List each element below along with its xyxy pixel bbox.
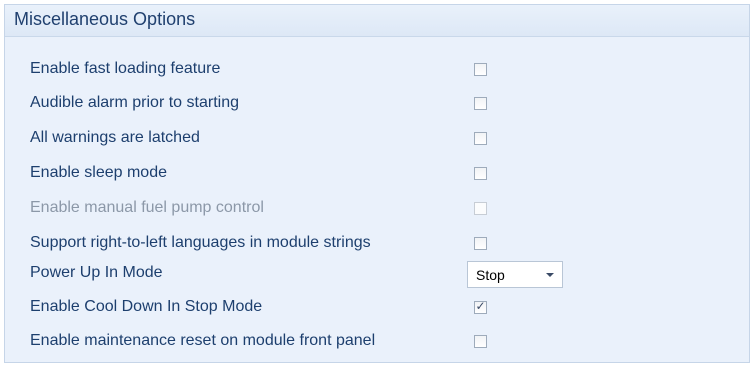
option-row-fast-loading: Enable fast loading feature — [5, 53, 749, 87]
option-label: Enable maintenance reset on module front… — [30, 332, 376, 349]
option-row-sleep-mode: Enable sleep mode — [5, 157, 749, 191]
power-up-mode-select[interactable]: Stop — [467, 261, 563, 288]
option-row-power-up-mode: Power Up In Mode Stop — [5, 257, 749, 291]
warnings-latched-checkbox[interactable] — [474, 132, 487, 145]
option-label: Enable fast loading feature — [30, 60, 221, 77]
option-row-audible-alarm: Audible alarm prior to starting — [5, 87, 749, 121]
option-label: Support right-to-left languages in modul… — [30, 234, 371, 251]
audible-alarm-checkbox[interactable] — [474, 97, 487, 110]
option-label: All warnings are latched — [30, 129, 200, 146]
option-label: Enable manual fuel pump control — [30, 199, 264, 216]
chevron-down-icon — [546, 273, 554, 277]
check-icon: ✓ — [475, 299, 486, 313]
panel-header: Miscellaneous Options — [5, 5, 749, 37]
option-row-warnings-latched: All warnings are latched — [5, 122, 749, 156]
option-row-cool-down: Enable Cool Down In Stop Mode ✓ — [5, 291, 749, 325]
option-row-rtl-languages: Support right-to-left languages in modul… — [5, 227, 749, 261]
option-label: Power Up In Mode — [30, 264, 163, 281]
misc-options-panel: Miscellaneous Options Enable fast loadin… — [4, 4, 750, 363]
select-value: Stop — [476, 267, 505, 283]
fast-loading-checkbox[interactable] — [474, 63, 487, 76]
rtl-languages-checkbox[interactable] — [474, 237, 487, 250]
option-label: Audible alarm prior to starting — [30, 94, 239, 111]
sleep-mode-checkbox[interactable] — [474, 167, 487, 180]
option-label: Enable Cool Down In Stop Mode — [30, 298, 263, 315]
panel-title: Miscellaneous Options — [14, 9, 196, 29]
maintenance-reset-checkbox[interactable] — [474, 335, 487, 348]
option-label: Enable sleep mode — [30, 164, 167, 181]
option-row-maintenance-reset: Enable maintenance reset on module front… — [5, 325, 749, 359]
manual-fuel-pump-checkbox — [474, 202, 487, 215]
cool-down-checkbox[interactable]: ✓ — [474, 299, 487, 314]
option-row-manual-fuel-pump: Enable manual fuel pump control — [5, 192, 749, 226]
